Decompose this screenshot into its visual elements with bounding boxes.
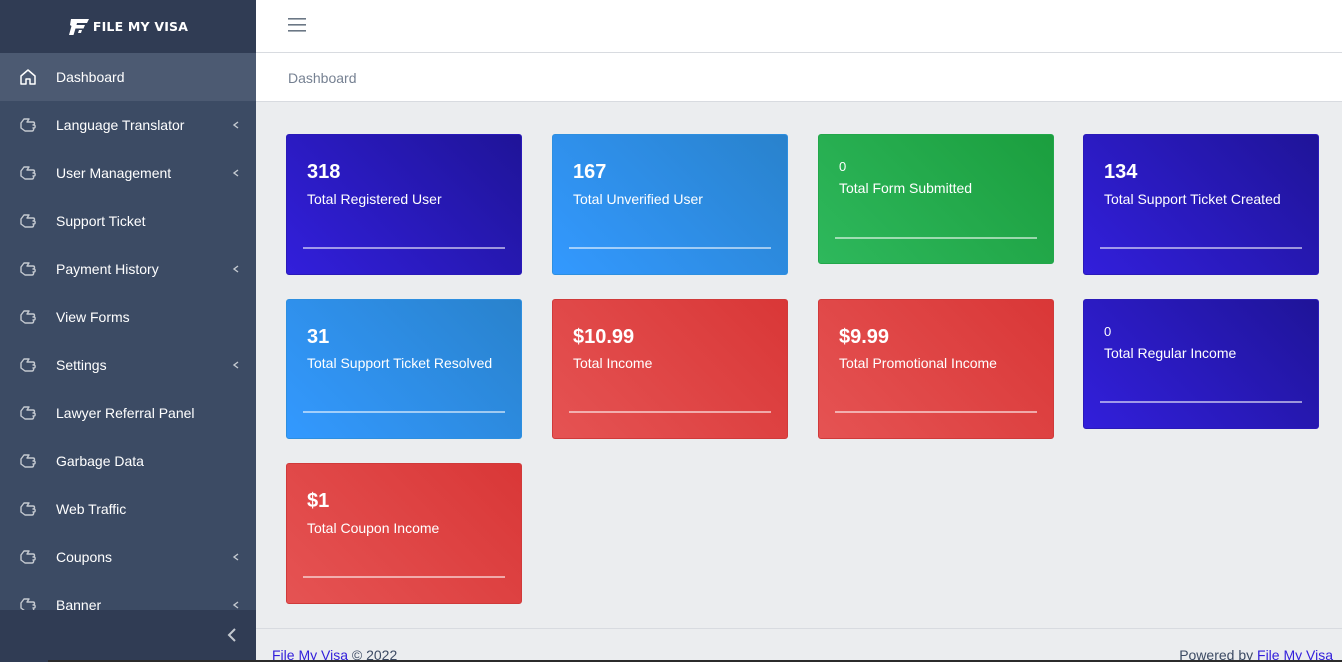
hand-icon [20,550,36,564]
hand-icon [20,406,36,420]
chevron-left-icon [232,553,239,561]
sidebar-item-label: Garbage Data [56,453,144,469]
brand[interactable]: FILE MY VISA [0,0,256,53]
stat-label: Total Form Submitted [839,180,973,196]
hand-icon [20,118,36,132]
sidebar-item-label: Payment History [56,261,159,277]
hand-icon [20,214,36,228]
stat-divider [569,247,771,249]
sidebar-item-user-management[interactable]: User Management [0,149,256,197]
footer: File My Visa © 2022 Powered by File My V… [256,628,1342,662]
stat-card-total-income[interactable]: $10.99 Total Income [552,299,788,439]
chevron-left-icon [232,169,239,177]
sidebar-item-lawyer-referral-panel[interactable]: Lawyer Referral Panel [0,389,256,437]
sidebar-minimize-toggler[interactable] [0,610,256,662]
stat-label: Total Unverified User [573,191,703,207]
stat-value: $10.99 [573,326,635,348]
stat-divider [303,411,505,413]
sidebar-item-coupons[interactable]: Coupons [0,533,256,581]
stat-label: Total Registered User [307,191,442,207]
hand-icon [20,502,36,516]
stat-label: Total Promotional Income [839,355,997,371]
home-icon [20,69,36,85]
sidebar-item-label: User Management [56,165,172,181]
brand-name: FILE MY VISA [92,19,189,34]
stat-card-tickets-resolved[interactable]: 31 Total Support Ticket Resolved [286,299,522,439]
hamburger-icon[interactable] [288,16,306,34]
sidebar-item-dashboard[interactable]: Dashboard [0,53,256,101]
stat-label: Total Support Ticket Resolved [307,355,493,371]
hand-icon [20,598,36,610]
stat-card-forms-submitted[interactable]: 0 Total Form Submitted [818,134,1054,264]
sidebar-item-label: Lawyer Referral Panel [56,405,195,421]
chevron-left-icon [232,121,239,129]
sidebar-item-garbage-data[interactable]: Garbage Data [0,437,256,485]
sidebar-item-banner[interactable]: Banner [0,581,256,610]
sidebar-item-label: Dashboard [56,69,125,85]
stat-divider [303,576,505,578]
stat-label: Total Coupon Income [307,520,440,536]
stat-card-regular-income[interactable]: 0 Total Regular Income [1083,299,1319,429]
chevron-left-icon [227,628,236,642]
sidebar-item-web-traffic[interactable]: Web Traffic [0,485,256,533]
stat-label: Total Regular Income [1104,345,1237,361]
stat-label: Total Income [573,355,653,371]
hand-icon [20,358,36,372]
hand-icon [20,310,36,324]
stat-value: 167 [573,161,607,183]
sidebar-item-support-ticket[interactable]: Support Ticket [0,197,256,245]
stat-divider [835,411,1037,413]
sidebar-item-label: View Forms [56,309,130,325]
stat-card-registered-users[interactable]: 318 Total Registered User [286,134,522,275]
stat-divider [303,247,505,249]
breadcrumb: Dashboard [288,70,357,86]
stat-card-tickets-created[interactable]: 134 Total Support Ticket Created [1083,134,1319,275]
sidebar-item-label: Language Translator [56,117,185,133]
stat-card-coupon-income[interactable]: $1 Total Coupon Income [286,463,522,604]
stat-card-unverified-users[interactable]: 167 Total Unverified User [552,134,788,275]
sidebar-item-label: Web Traffic [56,501,127,517]
stat-card-promotional-income[interactable]: $9.99 Total Promotional Income [818,299,1054,439]
stat-divider [1100,401,1302,403]
stat-value: 0 [1104,324,1112,339]
stat-value: 318 [307,161,341,183]
hand-icon [20,454,36,468]
stat-divider [569,411,771,413]
stat-label: Total Support Ticket Created [1104,191,1281,207]
brand-logo-icon [68,18,89,35]
stat-value: 0 [839,159,847,174]
sidebar-item-view-forms[interactable]: View Forms [0,293,256,341]
stat-value: $1 [307,490,330,512]
hand-icon [20,166,36,180]
sidebar-item-label: Settings [56,357,107,373]
sidebar: FILE MY VISA Dashboard Language Translat… [0,0,256,662]
sidebar-item-label: Coupons [56,549,113,565]
stat-value: 134 [1104,161,1138,183]
sidebar-item-language-translator[interactable]: Language Translator [0,101,256,149]
stat-divider [835,237,1037,239]
stat-value: $9.99 [839,326,890,348]
stat-divider [1100,247,1302,249]
chevron-left-icon [232,601,239,609]
top-header [256,0,1342,53]
sidebar-nav: Dashboard Language Translator User Manag… [0,53,256,610]
sidebar-item-label: Banner [56,597,102,610]
sidebar-item-label: Support Ticket [56,213,146,229]
stat-value: 31 [307,326,330,348]
chevron-left-icon [232,361,239,369]
subheader: Dashboard [256,53,1342,102]
sidebar-item-payment-history[interactable]: Payment History [0,245,256,293]
chevron-left-icon [232,265,239,273]
sidebar-item-settings[interactable]: Settings [0,341,256,389]
hand-icon [20,262,36,276]
